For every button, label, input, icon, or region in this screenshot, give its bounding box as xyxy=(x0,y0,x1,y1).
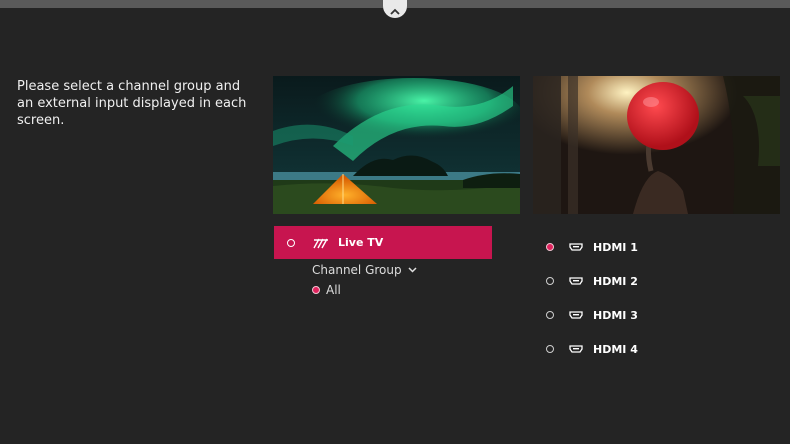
hdmi-label: HDMI 2 xyxy=(593,274,638,288)
hdmi-icon xyxy=(569,243,583,251)
left-screen-preview[interactable] xyxy=(273,76,520,214)
hdmi-input-list: HDMI 1 HDMI 2 HDMI 3 HDMI 4 xyxy=(545,230,745,366)
hdmi-icon xyxy=(569,311,583,319)
hdmi-icon xyxy=(569,277,583,285)
live-tv-label: Live TV xyxy=(338,236,384,249)
hdmi-label: HDMI 4 xyxy=(593,342,638,356)
channel-group-all-option[interactable]: All xyxy=(312,283,341,297)
chevron-up-icon xyxy=(390,0,400,19)
channel-group-selected: All xyxy=(326,283,341,297)
hdmi-option[interactable]: HDMI 3 xyxy=(545,298,745,332)
right-screen-preview[interactable] xyxy=(533,76,780,214)
hdmi-label: HDMI 1 xyxy=(593,240,638,254)
hdmi-radio-selected[interactable] xyxy=(546,243,554,251)
channel-group-label: Channel Group xyxy=(312,263,402,277)
chevron-down-icon xyxy=(408,267,417,273)
hdmi-option[interactable]: HDMI 1 xyxy=(545,230,745,264)
collapse-button[interactable] xyxy=(383,0,407,18)
hdmi-option[interactable]: HDMI 2 xyxy=(545,264,745,298)
all-radio[interactable] xyxy=(312,286,320,294)
antenna-icon xyxy=(313,237,329,249)
hdmi-radio[interactable] xyxy=(546,277,554,285)
hdmi-label: HDMI 3 xyxy=(593,308,638,322)
live-tv-option[interactable]: Live TV xyxy=(274,226,492,259)
channel-group-dropdown[interactable]: Channel Group xyxy=(312,263,417,277)
hdmi-icon xyxy=(569,345,583,353)
instruction-text: Please select a channel group and an ext… xyxy=(17,79,247,128)
hdmi-option[interactable]: HDMI 4 xyxy=(545,332,745,366)
hdmi-radio[interactable] xyxy=(546,345,554,353)
hdmi-radio[interactable] xyxy=(546,311,554,319)
live-tv-radio[interactable] xyxy=(287,238,295,247)
